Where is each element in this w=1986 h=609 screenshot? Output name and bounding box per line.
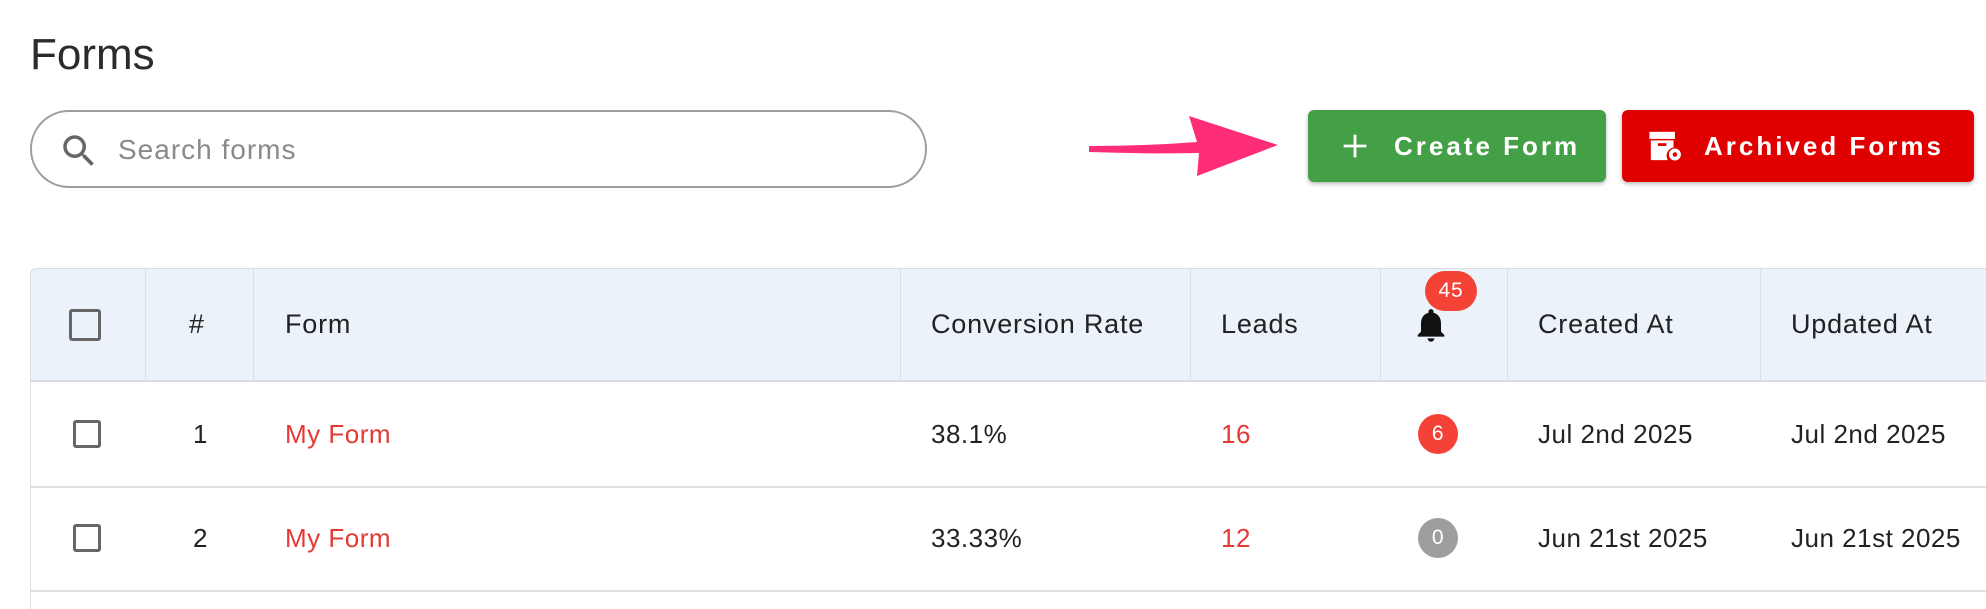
- bell-icon: [1417, 308, 1445, 342]
- created-at: Jul 2nd 2025: [1538, 418, 1693, 449]
- form-name-link[interactable]: My Form: [285, 486, 391, 590]
- column-divider[interactable]: [1380, 269, 1381, 380]
- plus-icon: [1343, 134, 1367, 158]
- column-divider[interactable]: [1760, 269, 1761, 380]
- create-form-label: Create Form: [1394, 130, 1581, 161]
- updated-at: Jun 21st 2025: [1791, 522, 1961, 553]
- column-divider[interactable]: [1190, 269, 1191, 380]
- row-index: 2: [193, 522, 208, 553]
- create-form-button[interactable]: Create Form: [1308, 110, 1606, 182]
- row-checkbox[interactable]: [73, 524, 101, 552]
- search-icon: [63, 135, 94, 166]
- header-form[interactable]: Form: [285, 269, 351, 380]
- archive-settings-icon: [1649, 131, 1681, 161]
- row-index: 1: [193, 418, 208, 449]
- column-divider[interactable]: [145, 269, 146, 380]
- archived-forms-label: Archived Forms: [1704, 130, 1944, 161]
- column-divider[interactable]: [900, 269, 901, 380]
- conversion-rate: 33.33%: [931, 522, 1023, 553]
- header-index[interactable]: #: [189, 269, 205, 380]
- select-all-checkbox-cell: [69, 269, 101, 380]
- search-input[interactable]: [116, 126, 900, 174]
- form-name-link[interactable]: My Form: [285, 382, 391, 486]
- column-divider[interactable]: [1507, 269, 1508, 380]
- leads-count-link[interactable]: 16: [1221, 382, 1251, 486]
- header-leads[interactable]: Leads: [1221, 269, 1299, 380]
- column-divider[interactable]: [253, 269, 254, 380]
- search-bar[interactable]: [30, 110, 927, 188]
- page-title: Forms: [30, 30, 155, 79]
- header-conversion-rate[interactable]: Conversion Rate: [931, 269, 1144, 380]
- select-all-checkbox[interactable]: [69, 308, 101, 341]
- header-notifications[interactable]: 45: [1411, 269, 1477, 380]
- notifications-total-badge: 45: [1425, 270, 1477, 311]
- row-checkbox[interactable]: [73, 420, 101, 448]
- conversion-rate: 38.1%: [931, 418, 1008, 449]
- created-at: Jun 21st 2025: [1538, 522, 1708, 553]
- archived-forms-button[interactable]: Archived Forms: [1622, 110, 1974, 182]
- annotation-arrow-icon: [1089, 116, 1278, 176]
- table-row[interactable]: 1 My Form 38.1% 16 6 Jul 2nd 2025 Jul 2n…: [31, 382, 1986, 488]
- updated-at: Jul 2nd 2025: [1791, 418, 1946, 449]
- header-created-at[interactable]: Created At: [1538, 269, 1674, 380]
- notification-count-badge: 0: [1418, 518, 1458, 558]
- notification-count-badge: 6: [1418, 414, 1458, 454]
- forms-table: # Form Conversion Rate Leads 45 Created …: [30, 268, 1986, 609]
- leads-count-link[interactable]: 12: [1221, 486, 1251, 590]
- table-row[interactable]: 2 My Form 33.33% 12 0 Jun 21st 2025 Jun …: [31, 486, 1986, 592]
- table-header-row: # Form Conversion Rate Leads 45 Created …: [31, 269, 1986, 382]
- header-updated-at[interactable]: Updated At: [1791, 269, 1933, 380]
